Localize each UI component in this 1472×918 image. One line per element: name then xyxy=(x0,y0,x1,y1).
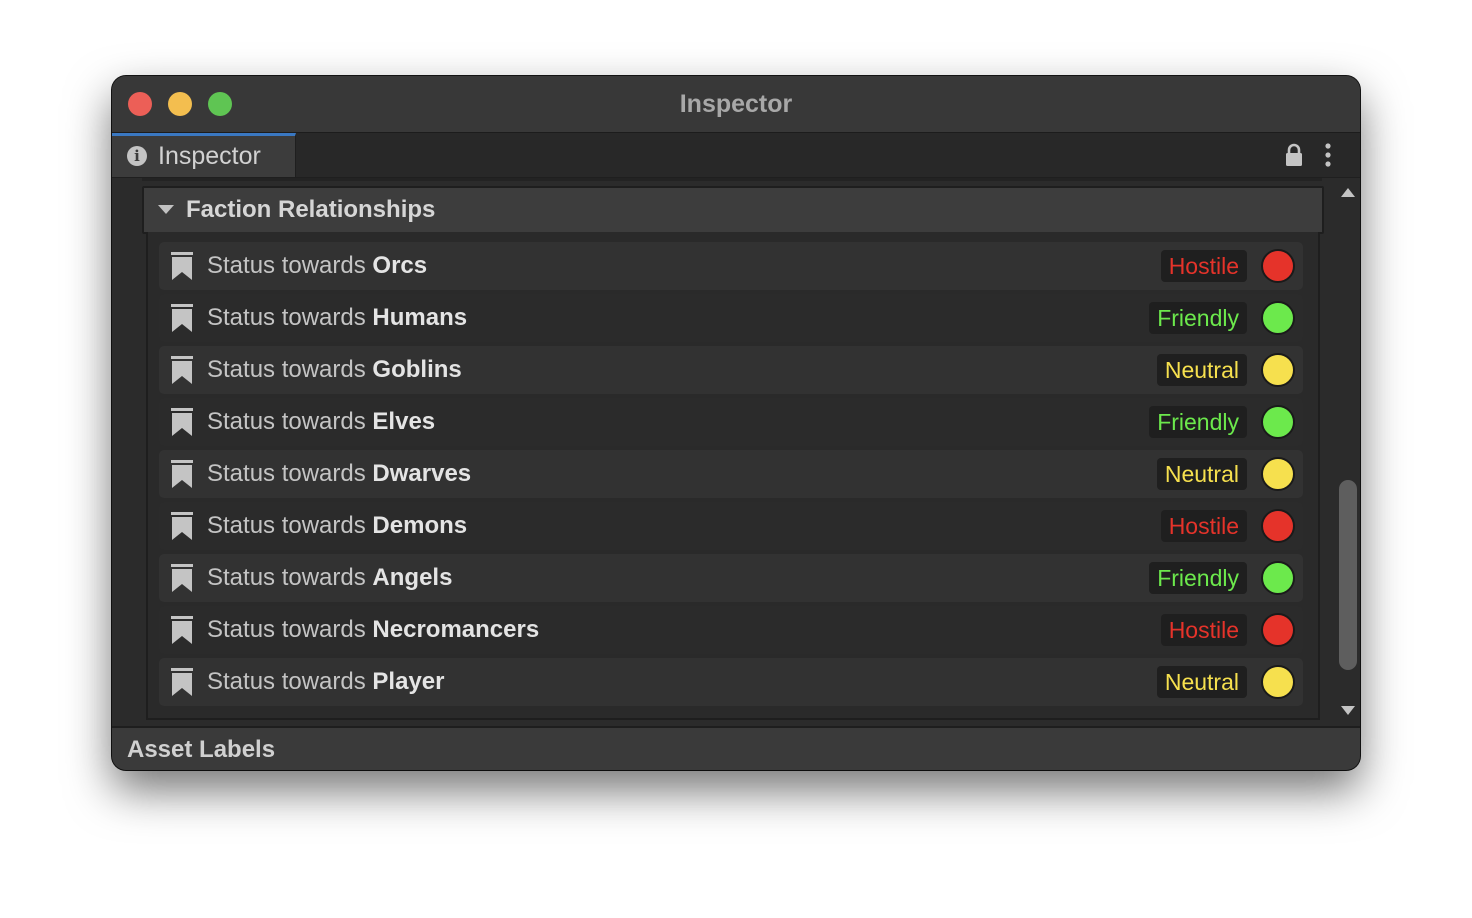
relationship-prefix: Status towards xyxy=(207,252,373,279)
info-icon: i xyxy=(127,146,147,166)
section-divider xyxy=(142,178,1322,181)
relationship-label: Status towards Humans xyxy=(207,304,467,332)
relationship-row[interactable]: Status towards Orcs Hostile xyxy=(159,242,1303,290)
status-indicator-dot[interactable] xyxy=(1261,665,1295,699)
relationship-prefix: Status towards xyxy=(207,616,373,643)
relationship-label: Status towards Goblins xyxy=(207,356,462,384)
status-badge[interactable]: Hostile xyxy=(1160,250,1247,282)
faction-name: Demons xyxy=(372,512,468,539)
relationship-list: Status towards Orcs Hostile Status towards… xyxy=(146,232,1320,720)
status-indicator-dot[interactable] xyxy=(1261,249,1295,283)
relationship-row[interactable]: Status towards Angels Friendly xyxy=(159,554,1303,602)
relationship-row[interactable]: Status towards Player Neutral xyxy=(159,658,1303,706)
relationship-label: Status towards Player xyxy=(207,668,444,696)
status-badge[interactable]: Neutral xyxy=(1156,458,1247,490)
inspector-content[interactable]: Faction Relationships Status towards Orc… xyxy=(112,178,1336,726)
asset-labels-section[interactable]: Asset Labels xyxy=(112,726,1360,770)
status-indicator-dot[interactable] xyxy=(1261,301,1295,335)
bookmark-icon xyxy=(171,356,193,384)
faction-name: Player xyxy=(372,668,445,695)
relationship-row[interactable]: Status towards Dwarves Neutral xyxy=(159,450,1303,498)
relationship-label: Status towards Dwarves xyxy=(207,460,471,488)
relationship-row[interactable]: Status towards Necromancers Hostile xyxy=(159,606,1303,654)
relationship-prefix: Status towards xyxy=(207,460,373,487)
foldout-arrow-icon[interactable] xyxy=(158,205,174,214)
faction-name: Necromancers xyxy=(372,616,540,643)
faction-name: Goblins xyxy=(372,356,462,383)
bookmark-icon xyxy=(171,564,193,592)
vertical-scrollbar[interactable] xyxy=(1336,178,1360,726)
status-badge[interactable]: Friendly xyxy=(1149,302,1247,334)
scroll-up-arrow-icon[interactable] xyxy=(1341,188,1355,197)
relationship-label: Status towards Orcs xyxy=(207,252,427,280)
relationship-row[interactable]: Status towards Humans Friendly xyxy=(159,294,1303,342)
relationship-row[interactable]: Status towards Elves Friendly xyxy=(159,398,1303,446)
bookmark-icon xyxy=(171,616,193,644)
scroll-thumb[interactable] xyxy=(1339,480,1357,670)
kebab-menu-icon[interactable] xyxy=(1318,141,1338,169)
relationship-prefix: Status towards xyxy=(207,564,373,591)
tab-label: Inspector xyxy=(158,142,261,170)
bookmark-icon xyxy=(171,460,193,488)
lock-icon[interactable] xyxy=(1284,143,1304,167)
tab-inspector[interactable]: i Inspector xyxy=(112,133,296,177)
relationship-label: Status towards Demons xyxy=(207,512,467,540)
relationship-label: Status towards Necromancers xyxy=(207,616,539,644)
window-title: Inspector xyxy=(679,90,793,118)
relationship-prefix: Status towards xyxy=(207,408,373,435)
relationship-label: Status towards Angels xyxy=(207,564,452,592)
scroll-down-arrow-icon[interactable] xyxy=(1341,706,1355,715)
status-indicator-dot[interactable] xyxy=(1261,509,1295,543)
status-badge[interactable]: Hostile xyxy=(1160,510,1247,542)
tab-bar: i Inspector xyxy=(112,133,1360,178)
relationship-row[interactable]: Status towards Demons Hostile xyxy=(159,502,1303,550)
faction-name: Angels xyxy=(372,564,453,591)
relationship-prefix: Status towards xyxy=(207,356,373,383)
bookmark-icon xyxy=(171,304,193,332)
faction-name: Humans xyxy=(372,304,468,331)
status-badge[interactable]: Neutral xyxy=(1156,354,1247,386)
bookmark-icon xyxy=(171,408,193,436)
relationship-prefix: Status towards xyxy=(207,512,373,539)
bookmark-icon xyxy=(171,512,193,540)
status-indicator-dot[interactable] xyxy=(1261,353,1295,387)
status-indicator-dot[interactable] xyxy=(1261,405,1295,439)
faction-relationships-foldout[interactable]: Faction Relationships xyxy=(142,186,1324,234)
status-badge[interactable]: Hostile xyxy=(1160,614,1247,646)
faction-name: Elves xyxy=(372,408,436,435)
relationship-label: Status towards Elves xyxy=(207,408,435,436)
status-indicator-dot[interactable] xyxy=(1261,457,1295,491)
foldout-title: Faction Relationships xyxy=(186,196,436,223)
relationship-prefix: Status towards xyxy=(207,668,373,695)
faction-name: Dwarves xyxy=(372,460,472,487)
relationship-row[interactable]: Status towards Goblins Neutral xyxy=(159,346,1303,394)
inspector-window: Inspector i Inspector Faction Relationsh… xyxy=(112,76,1360,770)
bookmark-icon xyxy=(171,252,193,280)
faction-name: Orcs xyxy=(372,252,428,279)
asset-labels-title: Asset Labels xyxy=(127,736,276,763)
title-bar[interactable]: Inspector xyxy=(112,76,1360,133)
status-indicator-dot[interactable] xyxy=(1261,613,1295,647)
relationship-prefix: Status towards xyxy=(207,304,373,331)
status-indicator-dot[interactable] xyxy=(1261,561,1295,595)
bookmark-icon xyxy=(171,668,193,696)
status-badge[interactable]: Neutral xyxy=(1156,666,1247,698)
status-badge[interactable]: Friendly xyxy=(1149,562,1247,594)
status-badge[interactable]: Friendly xyxy=(1149,406,1247,438)
